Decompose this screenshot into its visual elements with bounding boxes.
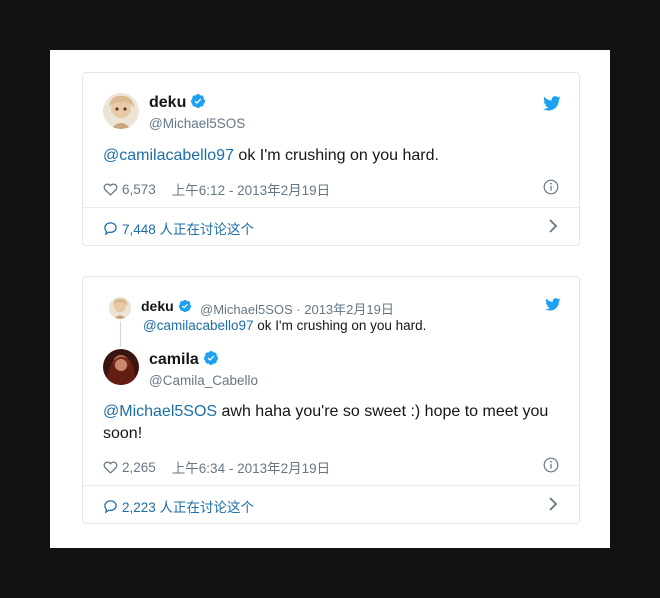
quoted-text-content: ok I'm crushing on you hard. bbox=[253, 318, 427, 333]
avatar-deku[interactable] bbox=[103, 93, 139, 129]
author-name-text[interactable]: camila bbox=[149, 351, 199, 368]
author-handle[interactable]: @Michael5SOS bbox=[149, 116, 245, 131]
divider bbox=[83, 485, 579, 486]
tweet-text-content: ok I'm crushing on you hard. bbox=[233, 147, 439, 164]
tweet-text: @Michael5SOS awh haha you're so sweet :)… bbox=[103, 401, 548, 445]
comment-bubble-icon bbox=[104, 221, 117, 235]
author-name[interactable]: camila bbox=[149, 350, 219, 369]
mention-link[interactable]: @camilacabello97 bbox=[143, 318, 254, 333]
like-count[interactable]: 6,573 bbox=[122, 182, 156, 197]
heart-icon[interactable] bbox=[103, 182, 118, 196]
info-icon[interactable] bbox=[543, 457, 559, 473]
timestamp[interactable]: 上午6:12 - 2013年2月19日 bbox=[172, 179, 330, 199]
timestamp[interactable]: 上午6:34 - 2013年2月19日 bbox=[172, 457, 330, 477]
divider bbox=[83, 207, 579, 208]
comment-bubble-icon bbox=[104, 499, 117, 513]
quoted-tweet-text: @camilacabello97 ok I'm crushing on you … bbox=[143, 318, 426, 333]
discussion-count[interactable]: 7,448 人正在讨论这个 bbox=[122, 218, 254, 238]
chevron-right-icon[interactable] bbox=[548, 497, 558, 511]
tweet-text-line-1: @Michael5SOS awh haha you're so sweet :)… bbox=[103, 401, 548, 423]
avatar-deku-small[interactable] bbox=[109, 297, 131, 319]
discussion-count[interactable]: 2,223 人正在讨论这个 bbox=[122, 496, 254, 516]
tweet-text-content: awh haha you're so sweet :) hope to meet… bbox=[217, 403, 549, 420]
verified-badge-icon bbox=[203, 351, 218, 365]
mention-link[interactable]: @Michael5SOS bbox=[103, 403, 217, 420]
tweet-meta: 6,573 上午6:12 - 2013年2月19日 bbox=[103, 179, 330, 199]
info-icon[interactable] bbox=[543, 179, 559, 195]
author-handle[interactable]: @Camila_Cabello bbox=[149, 373, 258, 388]
tweet-text-line-2: soon! bbox=[103, 425, 143, 442]
tweet-card-2[interactable]: deku @Michael5SOS · 2013年2月19日 @camilaca… bbox=[82, 276, 580, 524]
quoted-author-name-text[interactable]: deku bbox=[141, 298, 174, 314]
heart-icon[interactable] bbox=[103, 460, 118, 474]
thread-connector bbox=[120, 321, 121, 347]
author-name-text[interactable]: deku bbox=[149, 94, 186, 111]
tweet-meta: 2,265 上午6:34 - 2013年2月19日 bbox=[103, 457, 330, 477]
discussion-link[interactable]: 7,448 人正在讨论这个 bbox=[103, 218, 254, 238]
verified-badge-icon bbox=[191, 94, 206, 108]
author-name[interactable]: deku bbox=[149, 93, 206, 112]
mention-link[interactable]: @camilacabello97 bbox=[103, 147, 234, 164]
discussion-link[interactable]: 2,223 人正在讨论这个 bbox=[103, 496, 254, 516]
chevron-right-icon[interactable] bbox=[548, 219, 558, 233]
tweet-text: @camilacabello97 ok I'm crushing on you … bbox=[103, 145, 439, 167]
like-count[interactable]: 2,265 bbox=[122, 460, 156, 475]
quoted-meta[interactable]: @Michael5SOS · 2013年2月19日 bbox=[200, 299, 394, 318]
tweet-card-1[interactable]: deku @Michael5SOS @camilacabello97 ok I'… bbox=[82, 72, 580, 246]
screenshot-canvas: deku @Michael5SOS @camilacabello97 ok I'… bbox=[50, 50, 610, 548]
quoted-author-name[interactable]: deku bbox=[141, 298, 192, 314]
verified-badge-icon bbox=[178, 299, 191, 313]
twitter-bird-icon[interactable] bbox=[543, 96, 561, 111]
avatar-camila[interactable] bbox=[103, 349, 139, 385]
twitter-bird-icon[interactable] bbox=[545, 298, 561, 311]
